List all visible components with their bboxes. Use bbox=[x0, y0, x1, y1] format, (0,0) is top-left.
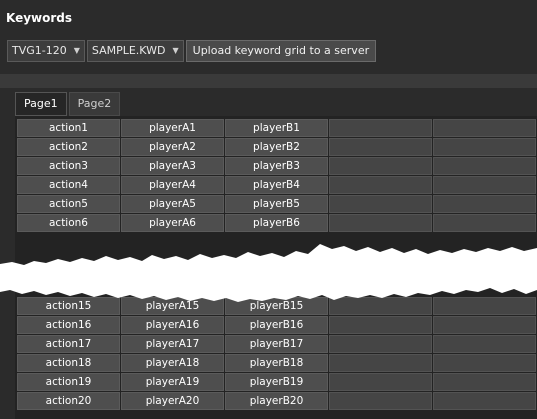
grid-cell[interactable] bbox=[329, 392, 432, 410]
grid-row: action16 playerA16 playerB16 bbox=[17, 316, 537, 334]
grid-cell[interactable] bbox=[329, 119, 432, 137]
grid-row: action2 playerA2 playerB2 bbox=[17, 138, 537, 156]
grid-cell[interactable] bbox=[329, 176, 432, 194]
grid-row: action19 playerA19 playerB19 bbox=[17, 373, 537, 391]
grid-cell[interactable] bbox=[433, 138, 536, 156]
grid-cell[interactable] bbox=[329, 195, 432, 213]
grid-row: action6 playerA6 playerB6 bbox=[17, 214, 537, 232]
keywords-panel: Keywords TVG1-120 ▼ SAMPLE.KWD ▼ Upload … bbox=[0, 0, 537, 419]
file-select-value: SAMPLE.KWD bbox=[91, 44, 166, 57]
panel-title: Keywords bbox=[6, 11, 73, 25]
grid-cell[interactable]: playerA16 bbox=[121, 316, 224, 334]
grid-cell[interactable]: playerB2 bbox=[225, 138, 328, 156]
grid-cell[interactable] bbox=[433, 392, 536, 410]
grid-cell[interactable]: action5 bbox=[17, 195, 120, 213]
grid-cell[interactable]: playerB20 bbox=[225, 392, 328, 410]
grid-cell[interactable] bbox=[329, 214, 432, 232]
grid-row: action17 playerA17 playerB17 bbox=[17, 335, 537, 353]
grid-cell[interactable]: action4 bbox=[17, 176, 120, 194]
page-tabs: Page1 Page2 bbox=[15, 92, 122, 116]
grid-cell[interactable] bbox=[433, 373, 536, 391]
grid-cell[interactable] bbox=[433, 195, 536, 213]
grid-row: action4 playerA4 playerB4 bbox=[17, 176, 537, 194]
grid-cell[interactable]: action20 bbox=[17, 392, 120, 410]
grid-cell[interactable]: action16 bbox=[17, 316, 120, 334]
grid-cell[interactable] bbox=[329, 157, 432, 175]
grid-cell[interactable]: action6 bbox=[17, 214, 120, 232]
file-select[interactable]: SAMPLE.KWD ▼ bbox=[86, 40, 184, 62]
chevron-down-icon: ▼ bbox=[73, 46, 80, 55]
grid-row: action20 playerA20 playerB20 bbox=[17, 392, 537, 410]
grid-cell[interactable] bbox=[433, 335, 536, 353]
grid-cell[interactable] bbox=[329, 354, 432, 372]
grid-cell[interactable] bbox=[329, 316, 432, 334]
grid-cell[interactable]: action1 bbox=[17, 119, 120, 137]
grid-cell[interactable] bbox=[329, 373, 432, 391]
grid-row: action3 playerA3 playerB3 bbox=[17, 157, 537, 175]
grid-cell[interactable]: playerA17 bbox=[121, 335, 224, 353]
grid-cell[interactable] bbox=[329, 138, 432, 156]
grid-cell[interactable]: playerA4 bbox=[121, 176, 224, 194]
grid-cell[interactable] bbox=[433, 354, 536, 372]
grid-cell[interactable] bbox=[433, 119, 536, 137]
toolbar: TVG1-120 ▼ SAMPLE.KWD ▼ Upload keyword g… bbox=[7, 40, 377, 62]
grid-cell[interactable] bbox=[433, 316, 536, 334]
grid-cell[interactable]: playerA1 bbox=[121, 119, 224, 137]
grid-cell[interactable]: playerA2 bbox=[121, 138, 224, 156]
grid-cell[interactable]: action17 bbox=[17, 335, 120, 353]
channel-select-value: TVG1-120 bbox=[12, 44, 67, 57]
grid-row: action18 playerA18 playerB18 bbox=[17, 354, 537, 372]
grid-cell[interactable] bbox=[329, 335, 432, 353]
grid-cell[interactable]: action2 bbox=[17, 138, 120, 156]
channel-select[interactable]: TVG1-120 ▼ bbox=[7, 40, 85, 62]
grid-cell[interactable]: playerB17 bbox=[225, 335, 328, 353]
grid-cell[interactable]: playerB4 bbox=[225, 176, 328, 194]
grid-cell[interactable]: playerB1 bbox=[225, 119, 328, 137]
grid-cell[interactable]: playerB16 bbox=[225, 316, 328, 334]
grid-cell[interactable]: action3 bbox=[17, 157, 120, 175]
torn-edge-divider bbox=[0, 244, 537, 302]
tab-page1[interactable]: Page1 bbox=[15, 92, 67, 116]
grid-cell[interactable]: playerB6 bbox=[225, 214, 328, 232]
grid-cell[interactable]: action18 bbox=[17, 354, 120, 372]
grid-cell[interactable]: playerB19 bbox=[225, 373, 328, 391]
grid-cell[interactable]: playerB18 bbox=[225, 354, 328, 372]
grid-cell[interactable]: playerA3 bbox=[121, 157, 224, 175]
grid-cell[interactable]: playerA5 bbox=[121, 195, 224, 213]
subbar bbox=[0, 74, 537, 88]
grid-cell[interactable]: playerA19 bbox=[121, 373, 224, 391]
grid-cell[interactable] bbox=[433, 214, 536, 232]
grid-cell[interactable] bbox=[433, 157, 536, 175]
grid-cell[interactable]: playerB5 bbox=[225, 195, 328, 213]
chevron-down-icon: ▼ bbox=[172, 46, 179, 55]
grid-cell[interactable]: action19 bbox=[17, 373, 120, 391]
grid-cell[interactable]: playerA6 bbox=[121, 214, 224, 232]
grid-cell[interactable]: playerB3 bbox=[225, 157, 328, 175]
grid-row: action5 playerA5 playerB5 bbox=[17, 195, 537, 213]
upload-grid-button[interactable]: Upload keyword grid to a server bbox=[185, 40, 377, 62]
grid-row: action1 playerA1 playerB1 bbox=[17, 119, 537, 137]
grid-cell[interactable]: playerA18 bbox=[121, 354, 224, 372]
grid-cell[interactable] bbox=[433, 176, 536, 194]
tab-page2[interactable]: Page2 bbox=[68, 92, 121, 116]
grid-cell[interactable]: playerA20 bbox=[121, 392, 224, 410]
